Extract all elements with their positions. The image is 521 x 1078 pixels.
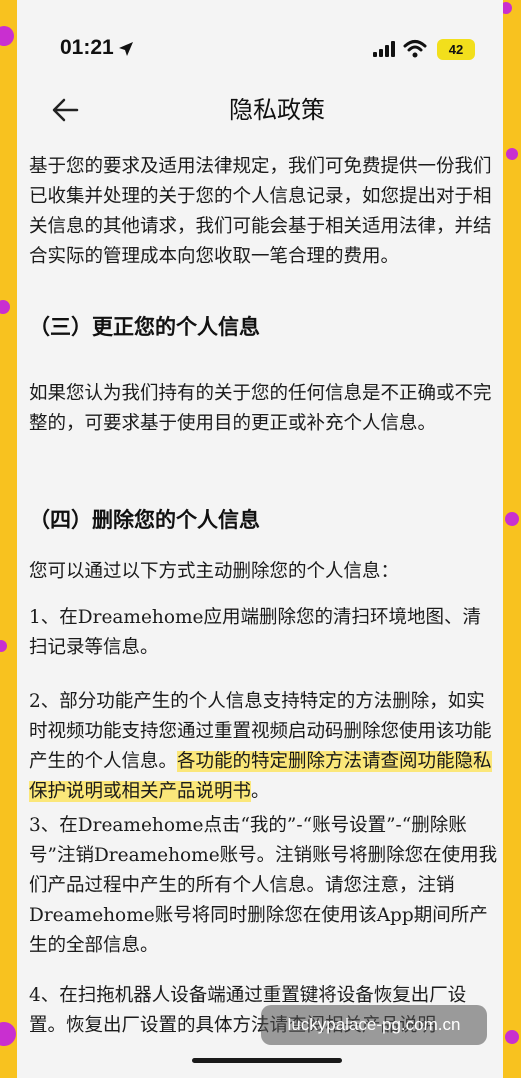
frame-dot bbox=[0, 640, 7, 652]
frame-dot bbox=[505, 1030, 519, 1044]
location-arrow-icon bbox=[119, 42, 133, 56]
navigation-bar: 隐私政策 bbox=[17, 78, 503, 142]
heading-correct-info: （三）更正您的个人信息 bbox=[29, 315, 260, 339]
list-item-text: 。 bbox=[251, 781, 270, 802]
home-indicator[interactable] bbox=[192, 1058, 342, 1063]
paragraph-delete-intro: 您可以通过以下方式主动删除您的个人信息： bbox=[29, 561, 400, 582]
list-item-delete-account: 3、在Dreamehome点击“我的”-“账号设置”-“删除账号”注销Dream… bbox=[29, 815, 498, 956]
frame-dot bbox=[0, 300, 10, 314]
watermark: luckypalace-pg.com.cn bbox=[261, 1005, 487, 1045]
frame-dot bbox=[0, 1022, 16, 1046]
status-time: 01:21 bbox=[60, 36, 114, 59]
battery-icon: 42 bbox=[437, 39, 475, 60]
list-item-delete-feature: 2、部分功能产生的个人信息支持特定的方法删除，如实时视频功能支持您通过重置视频启… bbox=[29, 687, 499, 811]
wifi-icon bbox=[403, 40, 427, 58]
paragraph-record-request: 基于您的要求及适用法律规定，我们可免费提供一份我们已收集并处理的关于您的个人信息… bbox=[29, 156, 492, 267]
policy-content[interactable]: 基于您的要求及适用法律规定，我们可免费提供一份我们已收集并处理的关于您的个人信息… bbox=[29, 152, 499, 1041]
heading-delete-info: （四）删除您的个人信息 bbox=[29, 508, 260, 532]
page-title: 隐私政策 bbox=[229, 96, 325, 124]
signal-icon bbox=[373, 41, 395, 57]
status-bar: 01:21 42 bbox=[17, 0, 503, 78]
frame-dot bbox=[0, 26, 14, 46]
battery-level: 42 bbox=[448, 42, 464, 57]
list-item-delete-app: 1、在Dreamehome应用端删除您的清扫环境地图、清扫记录等信息。 bbox=[29, 607, 481, 658]
phone-screen: 01:21 42 隐私政策 基于您的要求及适用法律规定，我们可免费提供一份我们已… bbox=[17, 0, 503, 1078]
frame-dot bbox=[505, 512, 519, 526]
frame-dot bbox=[506, 148, 518, 160]
paragraph-correct-info: 如果您认为我们持有的关于您的任何信息是不正确或不完整的，可要求基于使用目的更正或… bbox=[29, 383, 492, 434]
